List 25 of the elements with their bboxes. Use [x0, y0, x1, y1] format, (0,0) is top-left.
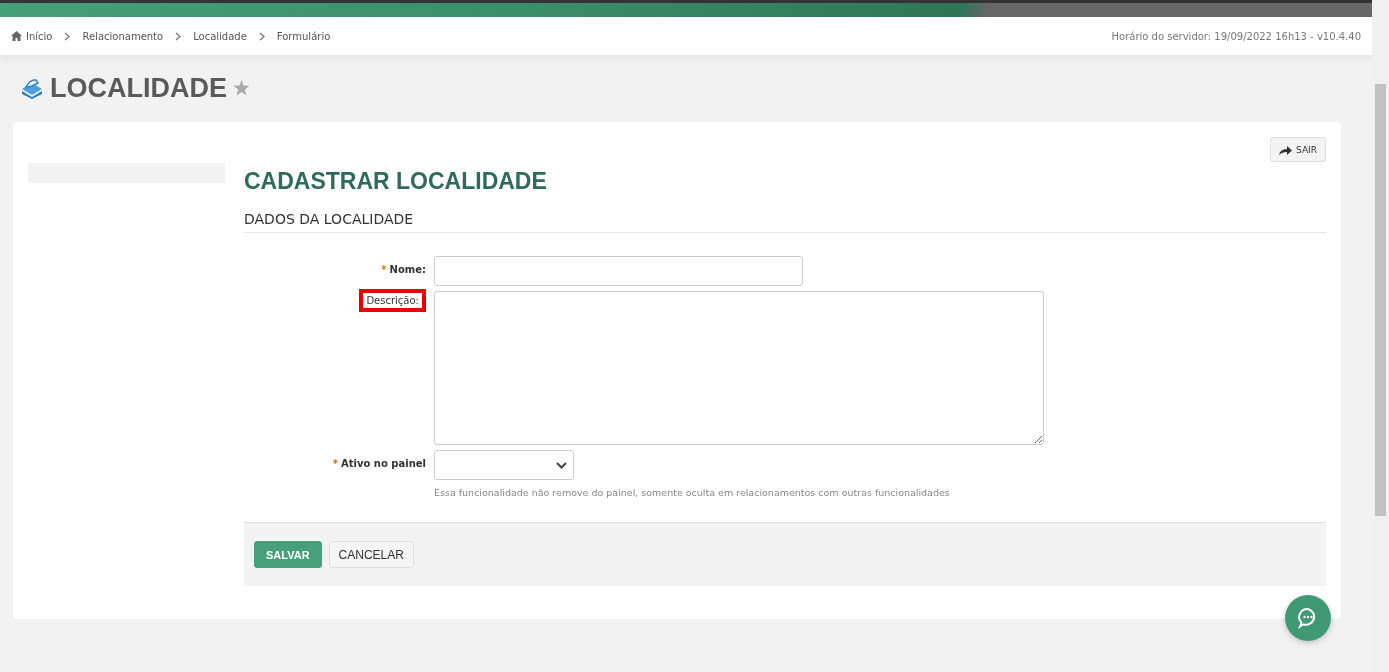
- section-title: DADOS DA LOCALIDADE: [244, 211, 1326, 233]
- chevron-down-icon: [556, 461, 567, 469]
- name-input[interactable]: [434, 256, 803, 286]
- field-hint: Essa funcionalidade não remove do painel, somente oculta em relacionamentos com outras funcionalidades: [434, 487, 950, 498]
- field-label: Descrição:: [359, 289, 426, 312]
- chevron-icon: [175, 31, 182, 41]
- description-textarea[interactable]: [434, 291, 1044, 445]
- breadcrumb-link[interactable]: Formulário: [276, 30, 331, 42]
- breadcrumb-link[interactable]: Relacionamento: [82, 30, 164, 42]
- home-icon: [11, 31, 22, 41]
- breadcrumb-link[interactable]: Início: [26, 30, 53, 42]
- chevron-icon: [258, 31, 265, 41]
- breadcrumb-link[interactable]: Localidade: [193, 30, 247, 42]
- form-title: CADASTRAR LOCALIDADE: [244, 168, 548, 195]
- cancel-button[interactable]: CANCELAR: [328, 541, 414, 568]
- share-arrow-icon: [1279, 144, 1293, 155]
- exit-button[interactable]: SAIR: [1270, 137, 1326, 162]
- field-label: * Ativo no painel: [332, 457, 426, 469]
- chat-button[interactable]: [1285, 595, 1331, 641]
- server-time: Horário do servidor: 19/09/2022 16h13 - v10.4.40: [1111, 30, 1361, 42]
- select-dropdown[interactable]: [434, 450, 574, 480]
- field-label: * Nome:: [381, 263, 426, 275]
- star-icon[interactable]: [233, 80, 250, 96]
- page-title: LOCALIDADE: [50, 72, 227, 104]
- chevron-icon: [64, 31, 71, 41]
